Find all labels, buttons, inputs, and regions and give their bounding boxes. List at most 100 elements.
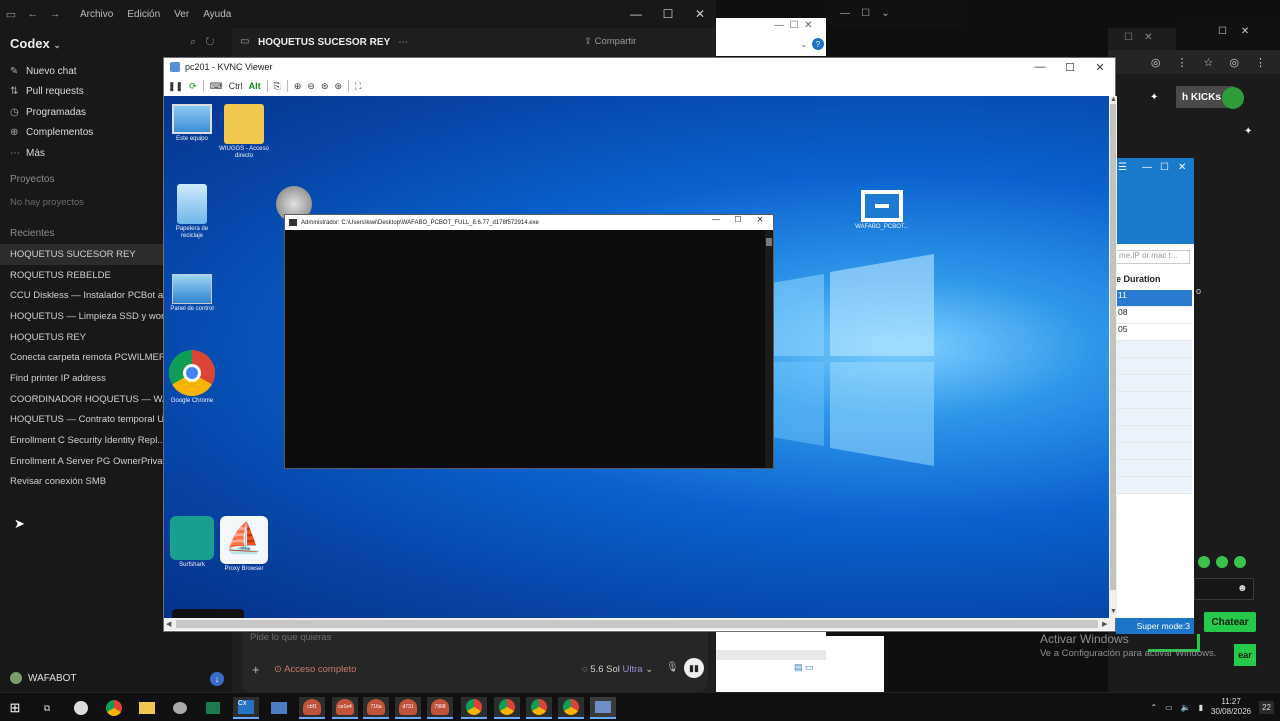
zoom-reset-icon[interactable]: ⊜: [321, 81, 329, 92]
view-icon[interactable]: ▤ ▭: [794, 662, 814, 673]
search-icon[interactable]: ⌕: [190, 36, 196, 48]
table-row[interactable]: [1116, 409, 1192, 426]
device-search-input[interactable]: me,IP or mac t...: [1116, 250, 1190, 264]
back-icon[interactable]: ←: [22, 8, 44, 20]
access-mode-button[interactable]: ⊙ Acceso completo: [274, 664, 356, 675]
table-row[interactable]: [1116, 375, 1192, 392]
horizontal-scrollbar[interactable]: ◀ ▶: [164, 618, 1115, 630]
start-windows-icon[interactable]: ⊞: [2, 697, 28, 719]
console-window[interactable]: Administrador: C:\Users\kiwi\Desktop\WAF…: [284, 214, 774, 469]
emote-icon[interactable]: [1216, 556, 1228, 568]
chrome-icon[interactable]: [101, 697, 127, 719]
copilot-icon[interactable]: [68, 697, 94, 719]
zoom-out-icon[interactable]: ⊖: [307, 81, 315, 92]
emote-icon[interactable]: [1198, 556, 1210, 568]
console-scrollbar[interactable]: [765, 230, 773, 468]
download-update-icon[interactable]: ↓: [210, 672, 224, 686]
pause-icon[interactable]: ❚❚: [168, 81, 183, 92]
chevron-up-icon[interactable]: ⌃: [1150, 703, 1157, 712]
minimize-button[interactable]: —: [620, 0, 652, 28]
forward-icon[interactable]: →: [44, 8, 66, 20]
prompt-input[interactable]: Pide lo que quieras: [250, 632, 331, 643]
app-icon[interactable]: [266, 697, 292, 719]
table-row[interactable]: [1116, 426, 1192, 443]
table-row[interactable]: 08: [1116, 307, 1192, 324]
menu-icon[interactable]: ☰: [1118, 162, 1127, 173]
scrollbar-thumb[interactable]: [766, 238, 772, 246]
minimize-icon[interactable]: —: [1142, 162, 1152, 173]
remote-session-pill[interactable]: cbf1: [299, 697, 325, 719]
task-view-icon[interactable]: ⧉: [34, 697, 60, 719]
ctrl-alt-del-icon[interactable]: ⌨: [210, 81, 223, 92]
profile-icon[interactable]: ◎: [1229, 56, 1239, 69]
table-row[interactable]: [1116, 477, 1192, 494]
maximize-icon[interactable]: ☐: [1160, 162, 1169, 173]
chrome-icon[interactable]: [526, 697, 552, 719]
battery-icon[interactable]: ▮: [1199, 703, 1203, 712]
help-icon[interactable]: ?: [812, 38, 824, 50]
remote-desktop[interactable]: Este equipo WIUGGS - Acceso directo Pape…: [164, 96, 1109, 618]
table-row[interactable]: [1116, 392, 1192, 409]
recent-item[interactable]: ROQUETUS REBELDE: [0, 265, 163, 286]
recent-item[interactable]: HOQUETUS REY: [0, 327, 163, 348]
kvnc-taskbar-icon[interactable]: [590, 697, 616, 719]
recent-item[interactable]: HOQUETUS SUCESOR REY: [0, 244, 163, 265]
recent-item[interactable]: CCU Diskless — Instalador PCBot acu: [0, 285, 163, 306]
voice-mode-button[interactable]: ▮▮: [684, 658, 704, 678]
chat-input[interactable]: ☻: [1194, 578, 1254, 600]
table-row[interactable]: [1116, 460, 1192, 477]
desktop-icon-papelera[interactable]: Papelera de reciclaje: [164, 184, 220, 240]
more-options-icon[interactable]: ⋯: [398, 37, 408, 48]
alt-key-button[interactable]: Alt: [249, 81, 261, 91]
zoom-in-icon[interactable]: ⊕: [294, 81, 302, 92]
column-header[interactable]: e Duration: [1116, 274, 1161, 284]
close-icon[interactable]: ✕: [1178, 162, 1186, 173]
table-row[interactable]: [1116, 443, 1192, 460]
add-attachment-icon[interactable]: +: [252, 662, 260, 677]
sidebar-toggle-icon[interactable]: ▭: [0, 8, 22, 21]
scroll-left-icon[interactable]: ◀: [166, 620, 171, 628]
minimize-button[interactable]: —: [1025, 58, 1055, 76]
desktop-icon-proxy-browser[interactable]: ⛵ Proxy Browser: [216, 516, 272, 573]
network-icon[interactable]: ▭: [1165, 703, 1173, 712]
refresh-icon[interactable]: ↻: [205, 36, 214, 48]
desktop-icon-panel-control[interactable]: Panel de control: [164, 274, 220, 313]
model-selector[interactable]: ◌ 5.6 Sol Ultra ⌄: [582, 664, 653, 675]
menu-icon[interactable]: ⋮: [1177, 56, 1188, 69]
menu-ayuda[interactable]: Ayuda: [203, 9, 231, 20]
emoji-icon[interactable]: ☻: [1237, 583, 1248, 594]
clipboard-icon[interactable]: ⎘: [274, 81, 281, 92]
close-button[interactable]: ✕: [749, 215, 771, 224]
user-profile[interactable]: WAFABOT: [10, 672, 77, 684]
menu-edicion[interactable]: Edición: [127, 9, 160, 20]
close-button[interactable]: ✕: [1085, 58, 1115, 76]
remote-session-pill[interactable]: 7968: [427, 697, 453, 719]
maximize-button[interactable]: ☐: [1055, 58, 1085, 76]
recent-item[interactable]: HOQUETUS — Limpieza SSD y workt: [0, 306, 163, 327]
app-icon[interactable]: [200, 697, 226, 719]
minimize-button[interactable]: —: [705, 215, 727, 224]
refresh-icon[interactable]: ⟳: [189, 81, 197, 92]
remote-session-pill[interactable]: 716a: [363, 697, 389, 719]
menu-archivo[interactable]: Archivo: [80, 9, 113, 20]
remote-session-pill[interactable]: ce1e4: [332, 697, 358, 719]
app-icon[interactable]: [167, 697, 193, 719]
account-icon[interactable]: ◎: [1151, 56, 1161, 69]
recent-item[interactable]: Find printer IP address: [0, 368, 163, 389]
menu-icon[interactable]: ⋮: [1255, 56, 1266, 69]
brand-menu[interactable]: Codex ⌄: [10, 36, 61, 51]
close-button[interactable]: ✕: [684, 0, 716, 28]
notification-badge[interactable]: 22: [1259, 700, 1274, 714]
fullscreen-icon[interactable]: ⛶: [355, 81, 361, 92]
desktop-icon-este-equipo[interactable]: Este equipo: [164, 104, 220, 143]
scrollbar-thumb[interactable]: [1110, 104, 1116, 590]
chat-send-button[interactable]: ear: [1234, 644, 1256, 666]
scroll-down-icon[interactable]: ▼: [1110, 608, 1117, 615]
emote-icon[interactable]: [1234, 556, 1246, 568]
table-row[interactable]: 05: [1116, 324, 1192, 341]
microphone-icon[interactable]: 🎙: [666, 662, 679, 673]
recent-item[interactable]: Revisar conexión SMB: [0, 472, 163, 493]
table-row[interactable]: [1116, 341, 1192, 358]
scrollbar-thumb[interactable]: [176, 620, 1098, 628]
vertical-scrollbar[interactable]: ▲ ▼: [1109, 96, 1117, 618]
